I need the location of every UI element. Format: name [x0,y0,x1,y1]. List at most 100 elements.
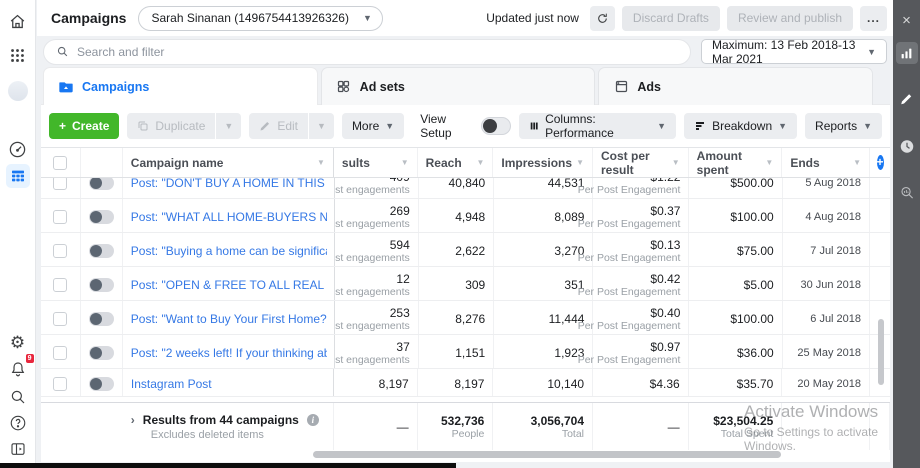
edit-caret[interactable]: ▼ [309,113,334,139]
select-all-checkbox[interactable] [53,156,67,170]
row-checkbox[interactable] [53,278,67,292]
reach-cell: 1,151 [419,335,494,368]
reach-cell: 4,948 [419,199,494,232]
reach-cell: 8,276 [419,301,494,334]
campaign-status-toggle[interactable] [89,377,114,391]
ads-manager-table-icon[interactable] [6,164,30,188]
search-icon [56,45,69,58]
campaign-name-link[interactable]: Post: "WHAT ALL HOME-BUYERS NEED TO K... [131,210,327,224]
edit-pencil-icon[interactable] [896,88,917,109]
row-checkbox[interactable] [53,210,67,224]
info-icon[interactable]: i [307,414,319,426]
reach-cell: 8,197 [418,369,494,396]
chevron-down-icon: ▼ [863,121,872,131]
close-icon[interactable]: × [896,10,917,31]
header-cost-per-result[interactable]: Cost per result▼ [593,148,689,177]
header-campaign-name[interactable]: Campaign name▼ [123,148,334,177]
amount-spent-cell: $35.70 [689,369,783,396]
reports-button[interactable]: Reports▼ [805,113,882,139]
campaign-name-link[interactable]: Post: "2 weeks left! If your thinking ab… [131,346,327,360]
view-setup-toggle[interactable] [481,117,511,135]
campaign-status-toggle[interactable] [89,346,114,360]
row-checkbox[interactable] [53,346,67,360]
edit-button[interactable]: Edit [249,113,308,139]
reach-cell: 40,840 [419,178,494,198]
tab-campaigns[interactable]: Campaigns [43,67,318,105]
row-checkbox[interactable] [53,377,67,391]
notifications-bell-icon[interactable]: 9 [7,358,29,380]
help-icon[interactable] [7,412,29,434]
sort-icon: ▼ [765,158,773,167]
columns-icon [529,120,539,132]
history-clock-icon[interactable] [896,136,917,157]
ends-cell: 6 Jul 2018 [783,301,870,334]
campaign-status-toggle[interactable] [89,244,114,258]
pencil-icon [259,120,271,132]
add-column-button[interactable]: + [870,148,890,177]
row-checkbox[interactable] [53,244,67,258]
horizontal-scrollbar-thumb[interactable] [313,451,781,458]
main-area: Campaigns Sarah Sinanan (149675441392632… [37,0,893,468]
amount-spent-cell: $500.00 [689,178,782,198]
speedometer-icon[interactable] [7,138,29,160]
header-results[interactable]: sults▼ [334,148,418,177]
settings-gear-icon[interactable]: ⚙ [7,332,29,354]
columns-button[interactable]: Columns: Performance▼ [519,113,676,139]
cost-per-result-cell: $0.97Per Post Engagement [593,335,689,368]
breakdown-button[interactable]: Breakdown▼ [684,113,797,139]
campaign-status-toggle[interactable] [89,210,114,224]
results-cell: 409st engagements [335,178,419,198]
table-row: Post: "OPEN & FREE TO ALL REAL ESTATE A.… [41,267,890,301]
table-body: Post: "DON'T BUY A HOME IN THIS MARKET, … [41,178,890,402]
campaign-name-link[interactable]: Post: "OPEN & FREE TO ALL REAL ESTATE A.… [131,278,327,292]
zoom-chart-icon[interactable] [896,182,917,203]
home-icon[interactable] [7,10,29,32]
search-icon[interactable] [7,386,29,408]
review-publish-button[interactable]: Review and publish [727,6,853,31]
more-button[interactable]: More▼ [342,113,404,139]
tab-adsets[interactable]: Ad sets [321,67,596,105]
duplicate-caret[interactable]: ▼ [216,113,241,139]
tab-ads[interactable]: Ads [598,67,873,105]
campaign-status-toggle[interactable] [89,312,114,326]
expand-chevron-icon[interactable]: › [131,413,135,427]
header-impressions[interactable]: Impressions▼ [493,148,593,177]
header-reach[interactable]: Reach▼ [418,148,494,177]
date-range-selector[interactable]: Maximum: 13 Feb 2018-13 Mar 2021 ▼ [701,39,887,64]
campaign-name-link[interactable]: Post: "Want to Buy Your First Home? Take… [131,312,327,326]
campaign-name-link[interactable]: Instagram Post [131,377,212,391]
campaign-status-toggle[interactable] [89,278,114,292]
vertical-scrollbar-thumb[interactable] [878,319,884,385]
cost-per-result-cell: $0.13Per Post Engagement [593,233,689,266]
campaign-name-link[interactable]: Post: "Buying a home can be significantl… [131,244,327,258]
row-checkbox[interactable] [53,312,67,326]
amount-spent-cell: $36.00 [689,335,782,368]
table-header: Campaign name▼ sults▼ Reach▼ Impressions… [41,147,890,178]
account-avatar[interactable] [7,80,29,102]
results-cell: 253st engagements [335,301,419,334]
sort-icon: ▼ [576,158,584,167]
refresh-button[interactable] [590,6,615,31]
more-options-button[interactable]: ... [860,6,887,31]
search-input[interactable]: Search and filter [43,39,691,65]
apps-grid-icon[interactable] [7,44,29,66]
collapse-sidebar-icon[interactable] [7,438,29,460]
duplicate-button[interactable]: Duplicate [127,113,215,139]
campaign-status-toggle[interactable] [89,178,114,190]
actions-toolbar: + Create Duplicate ▼ Edit ▼ More▼ [41,105,890,147]
header-amount-spent[interactable]: Amount spent▼ [689,148,783,177]
edit-split-button: Edit ▼ [249,113,334,139]
discard-drafts-button[interactable]: Discard Drafts [622,6,720,31]
table-row: Post: "DON'T BUY A HOME IN THIS MARKET, … [41,178,890,199]
select-all-checkbox-cell [41,148,81,177]
plus-icon: + [877,155,884,170]
create-button[interactable]: + Create [49,113,119,139]
row-checkbox[interactable] [53,178,67,190]
account-name: Sarah Sinanan (1496754413926326) [151,11,349,25]
breakdown-icon [694,120,706,132]
table-row: Instagram Post 8,197 8,197 10,140 $4.36 … [41,369,890,397]
bar-chart-icon[interactable] [896,42,918,64]
campaign-name-link[interactable]: Post: "DON'T BUY A HOME IN THIS MARKET, … [131,178,327,190]
account-selector[interactable]: Sarah Sinanan (1496754413926326) ▼ [138,6,382,31]
header-ends[interactable]: Ends▼ [782,148,870,177]
